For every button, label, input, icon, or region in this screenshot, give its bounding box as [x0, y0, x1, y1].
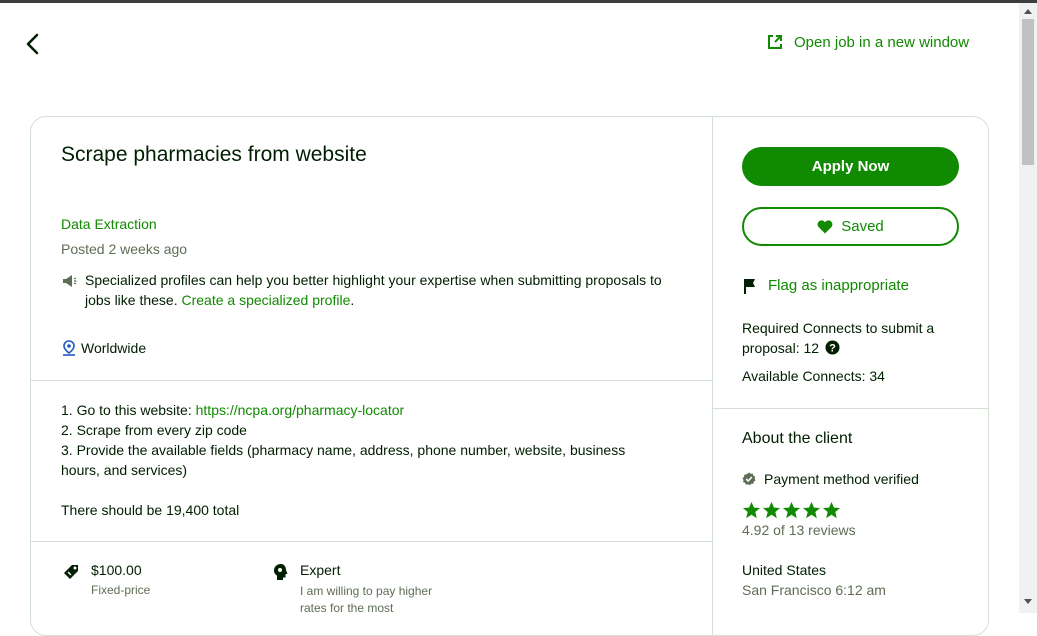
job-details-card: Scrape pharmacies from website Data Extr…	[30, 116, 989, 636]
section-divider	[712, 408, 988, 409]
svg-text:?: ?	[829, 343, 836, 355]
apply-now-button[interactable]: Apply Now	[742, 147, 959, 186]
location-label: Worldwide	[81, 340, 147, 356]
job-title: Scrape pharmacies from website	[61, 143, 367, 166]
back-button[interactable]	[22, 30, 46, 58]
description-line-3: 3. Provide the available fields (pharmac…	[61, 442, 626, 478]
budget-type: Fixed-price	[91, 583, 151, 597]
heart-icon	[817, 219, 833, 233]
specialized-profile-notice: Specialized profiles can help you better…	[61, 270, 681, 310]
verified-check-icon	[742, 472, 756, 486]
location-pin-icon	[63, 340, 75, 356]
vertical-scrollbar[interactable]	[1019, 3, 1037, 613]
client-city-time: San Francisco 6:12 am	[742, 582, 886, 598]
job-category-link[interactable]: Data Extraction	[61, 216, 157, 232]
scroll-up-arrow-icon[interactable]	[1024, 9, 1032, 14]
saved-button[interactable]: Saved	[742, 207, 959, 246]
budget-block: $100.00 Fixed-price	[61, 562, 150, 597]
specialized-end: .	[350, 292, 355, 308]
price-tag-icon	[64, 565, 78, 579]
window-top-border	[0, 0, 1037, 3]
payment-verified-label: Payment method verified	[764, 471, 919, 487]
job-description: 1. Go to this website: https://ncpa.org/…	[61, 400, 661, 520]
description-line-1: 1. Go to this website: https://ncpa.org/…	[61, 400, 661, 420]
description-line-1-text: 1. Go to this website:	[61, 402, 196, 418]
scrollbar-thumb[interactable]	[1022, 19, 1034, 165]
megaphone-icon	[63, 275, 77, 287]
description-total: There should be 19,400 total	[61, 502, 240, 518]
external-link-icon	[768, 35, 782, 49]
description-line-2: 2. Scrape from every zip code	[61, 422, 247, 438]
experience-level-block: Expert I am willing to pay higher rates …	[272, 562, 450, 617]
scroll-down-arrow-icon[interactable]	[1024, 599, 1032, 604]
star-icon	[762, 501, 781, 519]
saved-label: Saved	[841, 218, 884, 235]
section-divider	[31, 380, 712, 381]
create-specialized-profile-link[interactable]: Create a specialized profile	[182, 292, 351, 308]
star-icon	[742, 501, 761, 519]
pharmacy-locator-link[interactable]: https://ncpa.org/pharmacy-locator	[196, 402, 405, 418]
required-connects: Required Connects to submit a proposal: …	[742, 318, 962, 358]
client-reviews: 4.92 of 13 reviews	[742, 522, 856, 538]
available-connects: Available Connects: 34	[742, 368, 885, 384]
flag-inappropriate-link[interactable]: Flag as inappropriate	[742, 277, 909, 294]
specialized-text: Specialized profiles can help you better…	[85, 272, 662, 308]
posted-time: Posted 2 weeks ago	[61, 241, 188, 257]
help-icon[interactable]: ?	[825, 340, 840, 355]
star-icon	[782, 501, 801, 519]
brain-head-icon	[274, 564, 288, 580]
experience-level: Expert	[300, 562, 341, 578]
job-location: Worldwide	[61, 340, 146, 356]
rating-stars	[742, 501, 841, 520]
open-in-new-window-label: Open job in a new window	[794, 33, 970, 51]
client-country: United States	[742, 562, 827, 578]
payment-verified: Payment method verified	[742, 471, 919, 487]
open-in-new-window-link[interactable]: Open job in a new window	[766, 33, 969, 51]
chevron-left-icon	[26, 33, 39, 55]
about-client-heading: About the client	[742, 430, 853, 447]
flag-icon	[744, 278, 755, 294]
star-icon	[822, 501, 841, 519]
budget-amount: $100.00	[91, 562, 142, 578]
flag-label: Flag as inappropriate	[768, 277, 909, 294]
section-divider	[31, 541, 712, 542]
experience-level-description: I am willing to pay higher rates for the…	[300, 584, 433, 615]
column-divider	[712, 117, 713, 635]
star-icon	[802, 501, 821, 519]
